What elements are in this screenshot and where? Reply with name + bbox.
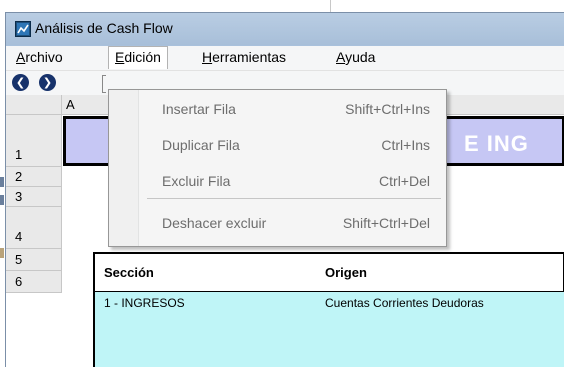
table-row[interactable]: 1 - INGRESOS Cuentas Corrientes Deudoras [93,292,564,367]
menu-archivo-label: rchivo [25,49,63,65]
row-header-label: 3 [15,189,23,204]
menu-item-label: Insertar Fila [162,101,236,117]
toolbar-separator [102,75,106,93]
cell-seccion: 1 - INGRESOS [104,296,185,310]
menu-item-duplicar-fila[interactable]: Duplicar Fila Ctrl+Ins [109,129,446,161]
menu-separator [147,198,441,199]
menu-ayuda[interactable]: Ayuda [330,46,381,69]
row-header-label: 6 [15,274,23,289]
menu-edicion-label: dición [124,49,161,65]
menu-item-shortcut: Shift+Ctrl+Del [342,215,430,231]
menu-item-label: Duplicar Fila [162,137,240,153]
app-window: Análisis de Cash Flow Archivo Edición He… [5,12,564,367]
forward-icon[interactable]: ❯ [39,74,56,91]
menu-herramientas-mnemonic: H [202,49,213,65]
menu-herramientas-label: erramientas [212,49,287,65]
row-header-4[interactable]: 4 [6,207,62,249]
menu-ayuda-label: yuda [345,49,376,65]
menu-bar: Archivo Edición Herramientas Ayuda [6,46,564,71]
menu-item-shortcut: Ctrl+Del [379,173,430,189]
title-bar[interactable]: Análisis de Cash Flow [6,13,564,45]
grid-corner [6,95,62,115]
menu-item-shortcut: Ctrl+Ins [381,137,430,153]
menu-item-deshacer-excluir[interactable]: Deshacer excluir Shift+Ctrl+Del [109,207,446,239]
menu-item-insertar-fila[interactable]: Insertar Fila Shift+Ctrl+Ins [109,93,446,125]
row-header-2[interactable]: 2 [6,167,62,187]
menu-item-shortcut: Shift+Ctrl+Ins [345,101,430,117]
back-icon[interactable]: ❮ [12,74,29,91]
menu-item-label: Deshacer excluir [162,215,267,231]
window-title: Análisis de Cash Flow [35,20,173,36]
row-header-label: 5 [15,252,23,267]
row-header-label: 4 [15,229,23,244]
row-header-3[interactable]: 3 [6,187,62,207]
banner-title: E ING [464,131,529,156]
header-seccion: Sección [104,265,154,280]
menu-edicion-mnemonic: E [115,49,125,65]
menu-archivo[interactable]: Archivo [10,46,69,69]
menu-item-label: Excluir Fila [162,173,231,189]
cell-origen: Cuentas Corrientes Deudoras [325,296,484,310]
row-header-label: 1 [15,147,23,162]
menu-item-excluir-fila[interactable]: Excluir Fila Ctrl+Del [109,165,446,197]
row-header-5[interactable]: 5 [6,249,62,271]
header-origen: Origen [325,265,367,280]
menu-archivo-mnemonic: A [16,49,26,65]
table-header-row[interactable]: Sección Origen [93,252,564,292]
edicion-dropdown-menu: Insertar Fila Shift+Ctrl+Ins Duplicar Fi… [108,89,447,247]
menu-herramientas[interactable]: Herramientas [196,46,292,69]
row-header-1[interactable]: 1 [6,115,62,167]
row-header-label: 2 [15,169,23,184]
row-header-6[interactable]: 6 [6,271,62,293]
column-header-label: A [66,97,75,112]
app-chart-icon [15,21,31,37]
background-divider [330,0,331,12]
menu-ayuda-mnemonic: A [336,49,346,65]
menu-edicion[interactable]: Edición [108,46,168,69]
